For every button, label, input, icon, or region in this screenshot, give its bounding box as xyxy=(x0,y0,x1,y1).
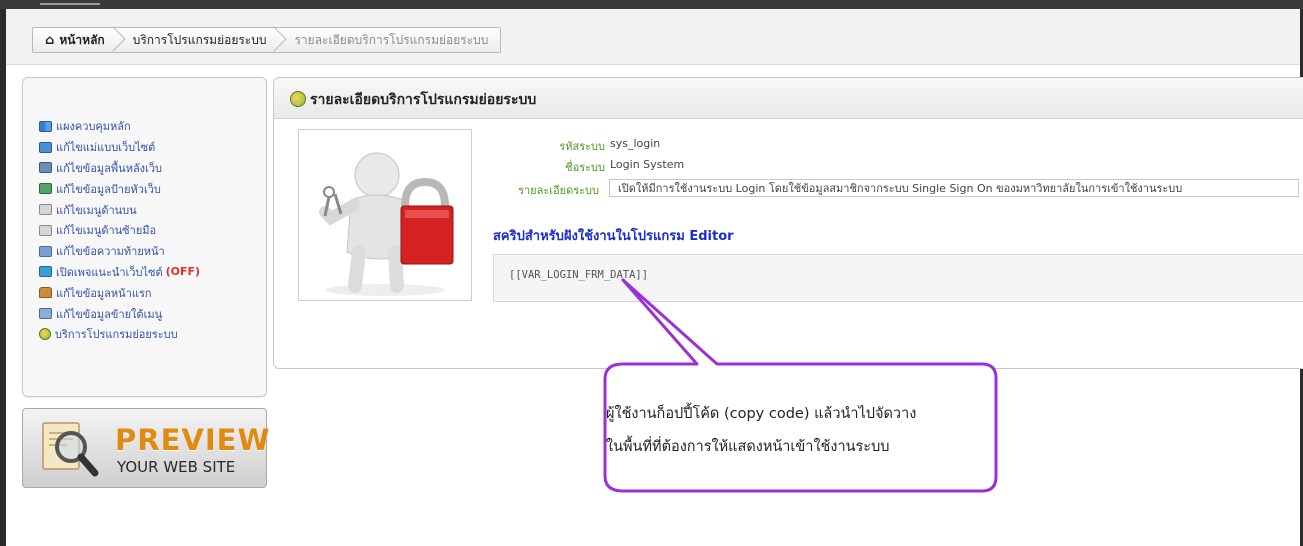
callout-line-1: ผู้ใช้งานก็อปปี้โค้ด (copy code) แล้วนำไ… xyxy=(606,406,917,422)
callout-text: ผู้ใช้งานก็อปปี้โค้ด (copy code) แล้วนำไ… xyxy=(606,398,996,464)
callout-line-2: ในพื้นที่ที่ต้องการให้แสดงหน้าเข้าใช้งาน… xyxy=(606,439,890,455)
callout-bubble xyxy=(603,278,998,493)
